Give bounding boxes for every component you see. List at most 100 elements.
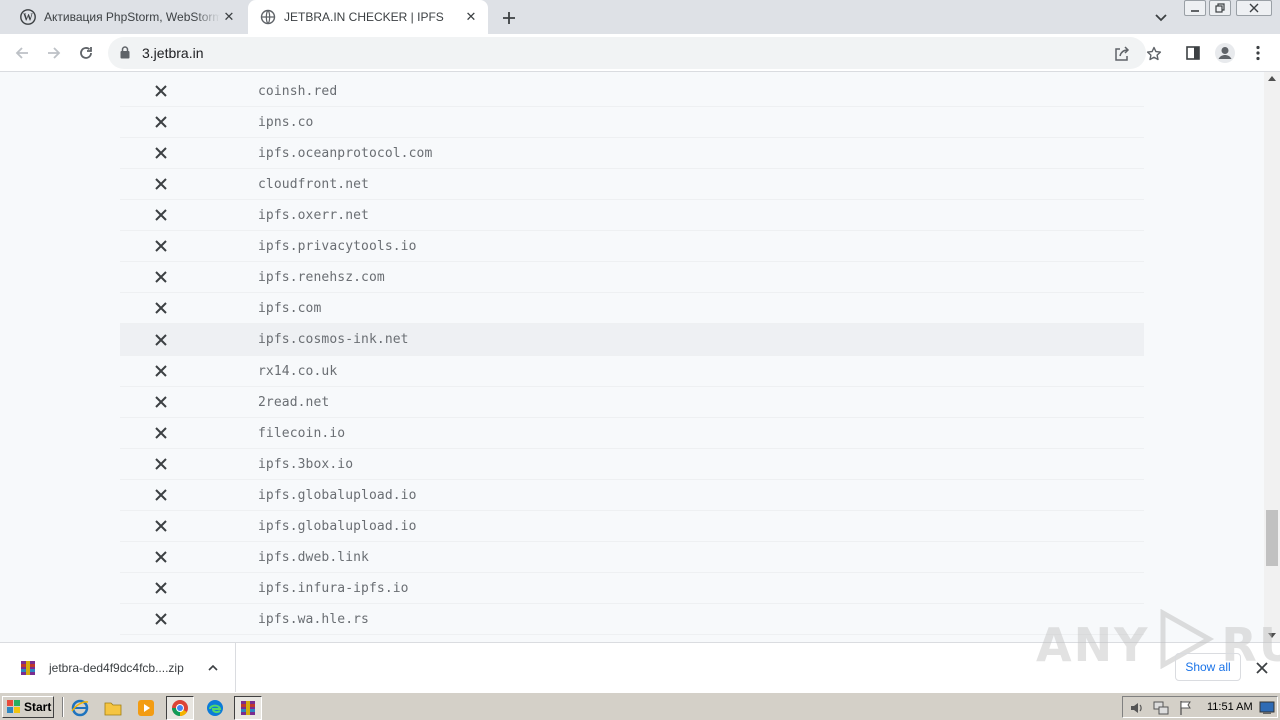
tab-title: JETBRA.IN CHECKER | IPFS xyxy=(284,10,444,24)
domain-name: ipfs.privacytools.io xyxy=(258,238,417,254)
domain-name: filecoin.io xyxy=(258,425,346,441)
domain-check-list: coinsh.red ipns.co ipfs.oceanprotocol.com c… xyxy=(120,76,1144,635)
table-row: ipfs.renehsz.com xyxy=(120,262,1144,293)
start-label: Start xyxy=(24,700,52,714)
watermark-text-left: ANY xyxy=(1036,617,1150,672)
windows-taskbar: Start 11:51 AM xyxy=(0,692,1280,720)
chevron-up-icon[interactable] xyxy=(204,659,222,677)
download-item[interactable]: jetbra-ded4f9dc4fcb....zip xyxy=(0,643,236,692)
share-icon[interactable] xyxy=(1111,43,1133,65)
fail-x-icon xyxy=(120,396,202,408)
tab-strip: W Активация PhpStorm, WebStorm, IntelliJ… xyxy=(0,0,1280,34)
table-row: rx14.co.uk xyxy=(120,356,1144,387)
fail-x-icon xyxy=(120,147,202,159)
domain-name: ipfs.oceanprotocol.com xyxy=(258,145,433,161)
domain-name: 2read.net xyxy=(258,394,330,410)
domain-name: ipfs.cosmos-ink.net xyxy=(258,332,409,347)
fail-x-icon xyxy=(120,333,202,346)
forward-icon[interactable] xyxy=(41,40,67,66)
flag-icon[interactable] xyxy=(1178,700,1194,720)
windows-logo-icon xyxy=(7,700,21,714)
download-filename: jetbra-ded4f9dc4fcb....zip xyxy=(49,660,184,675)
show-all-button[interactable]: Show all xyxy=(1175,653,1241,681)
tab-activation[interactable]: W Активация PhpStorm, WebStorm, IntelliJ… xyxy=(8,0,246,34)
domain-name: ipfs.globalupload.io xyxy=(258,487,417,503)
table-row: ipns.co xyxy=(120,107,1144,138)
table-row: ipfs.3box.io xyxy=(120,449,1144,480)
network-icon[interactable] xyxy=(1153,700,1169,720)
table-row: cloudfront.net xyxy=(120,169,1144,200)
chrome-icon[interactable] xyxy=(166,696,194,720)
system-tray: 11:51 AM xyxy=(1122,696,1278,718)
edge-icon[interactable] xyxy=(205,698,225,718)
new-tab-button[interactable] xyxy=(497,7,521,29)
file-explorer-icon[interactable] xyxy=(103,698,123,718)
table-row: ipfs.oceanprotocol.com xyxy=(120,138,1144,169)
fail-x-icon xyxy=(120,582,202,594)
table-row: 2read.net xyxy=(120,387,1144,418)
winrar-icon[interactable] xyxy=(234,696,262,720)
domain-name: rx14.co.uk xyxy=(258,363,338,379)
domain-name: ipns.co xyxy=(258,114,314,130)
table-row: ipfs.cosmos-ink.net xyxy=(120,324,1144,356)
media-player-icon[interactable] xyxy=(136,698,156,718)
internet-explorer-icon[interactable] xyxy=(70,698,90,718)
fail-x-icon xyxy=(120,240,202,252)
domain-name: ipfs.infura-ipfs.io xyxy=(258,580,409,596)
table-row: ipfs.globalupload.io xyxy=(120,511,1144,542)
fail-x-icon xyxy=(120,302,202,314)
close-tab-icon[interactable]: ✕ xyxy=(220,8,238,26)
side-panel-icon[interactable] xyxy=(1181,41,1205,65)
domain-name: ipfs.3box.io xyxy=(258,456,354,472)
start-button[interactable]: Start xyxy=(2,696,54,718)
scroll-up-arrow-icon[interactable] xyxy=(1268,76,1276,81)
domain-name: ipfs.oxerr.net xyxy=(258,207,369,223)
globe-icon xyxy=(260,9,276,25)
tab-jetbra-checker[interactable]: JETBRA.IN CHECKER | IPFS ✕ xyxy=(248,0,488,34)
domain-name: ipfs.com xyxy=(258,300,322,316)
domain-name: cloudfront.net xyxy=(258,176,369,192)
volume-icon[interactable] xyxy=(1129,700,1145,720)
close-download-bar-icon[interactable] xyxy=(1253,659,1271,677)
restore-icon[interactable] xyxy=(1209,0,1231,16)
close-tab-icon[interactable]: ✕ xyxy=(462,8,480,26)
svg-text:W: W xyxy=(23,13,33,24)
domain-name: ipfs.dweb.link xyxy=(258,549,369,565)
lock-icon[interactable] xyxy=(120,46,130,64)
taskbar-clock[interactable]: 11:51 AM xyxy=(1207,701,1253,713)
back-icon[interactable] xyxy=(9,40,35,66)
table-row: ipfs.oxerr.net xyxy=(120,200,1144,231)
close-window-icon[interactable] xyxy=(1236,0,1272,16)
table-row: coinsh.red xyxy=(120,76,1144,107)
fail-x-icon xyxy=(120,427,202,439)
domain-name: ipfs.renehsz.com xyxy=(258,269,385,285)
show-desktop-icon[interactable] xyxy=(1259,701,1275,720)
table-row: ipfs.wa.hle.rs xyxy=(120,604,1144,635)
domain-name: coinsh.red xyxy=(258,83,338,99)
url-text[interactable]: 3.jetbra.in xyxy=(142,45,203,61)
page-content: coinsh.red ipns.co ipfs.oceanprotocol.com c… xyxy=(0,72,1264,642)
star-icon[interactable] xyxy=(1143,43,1165,65)
tab-search-icon[interactable] xyxy=(1150,8,1172,28)
domain-name: ipfs.globalupload.io xyxy=(258,518,417,534)
download-bar: jetbra-ded4f9dc4fcb....zip ANY RUN Show … xyxy=(0,608,1280,692)
fail-x-icon xyxy=(120,178,202,190)
reload-icon[interactable] xyxy=(73,40,99,66)
scrollbar-thumb[interactable] xyxy=(1266,510,1278,566)
table-row: ipfs.globalupload.io xyxy=(120,480,1144,511)
table-row: filecoin.io xyxy=(120,418,1144,449)
fail-x-icon xyxy=(120,520,202,532)
fail-x-icon xyxy=(120,489,202,501)
minimize-icon[interactable] xyxy=(1184,0,1206,16)
fail-x-icon xyxy=(120,613,202,625)
menu-kebab-icon[interactable] xyxy=(1246,41,1270,65)
address-bar[interactable]: 3.jetbra.in xyxy=(108,37,1162,69)
tab-title: Активация PhpStorm, WebStorm, IntelliJ I… xyxy=(44,10,220,24)
anyrun-watermark: ANY RUN xyxy=(1036,608,1280,680)
browser-toolbar: 3.jetbra.in xyxy=(0,34,1280,72)
vertical-scrollbar[interactable] xyxy=(1264,72,1280,642)
profile-avatar-icon[interactable] xyxy=(1213,41,1237,65)
fail-x-icon xyxy=(120,85,202,97)
fail-x-icon xyxy=(120,271,202,283)
table-row: ipfs.privacytools.io xyxy=(120,231,1144,262)
